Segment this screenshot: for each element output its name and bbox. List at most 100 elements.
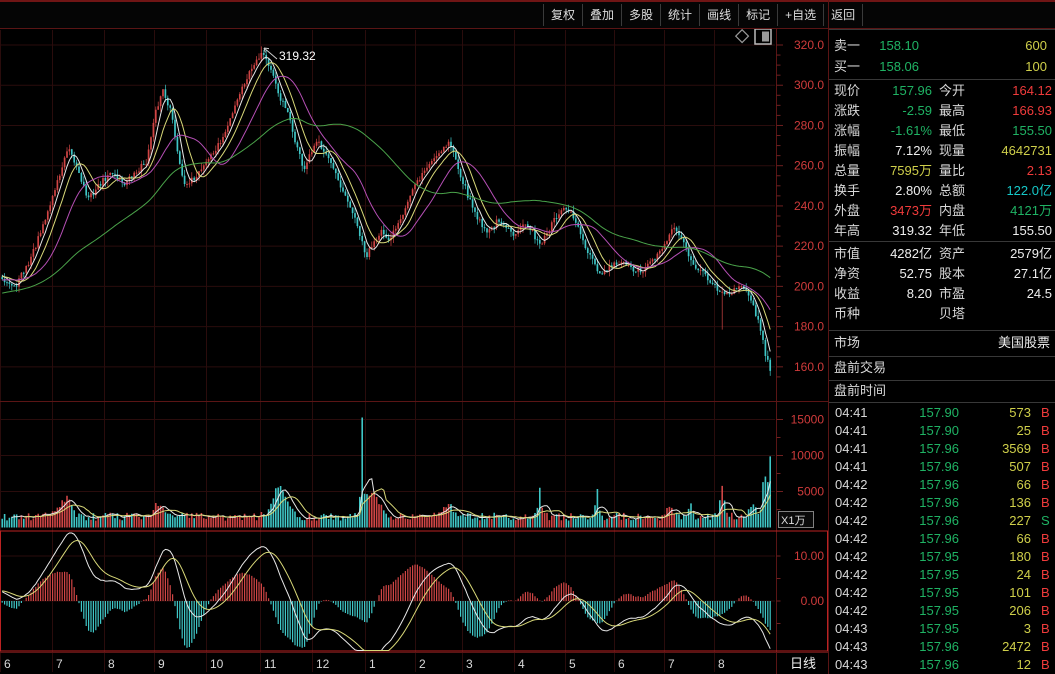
month-axis-label: 11 <box>264 657 277 671</box>
diamond-icon[interactable] <box>736 30 749 43</box>
stat-label: 现价 <box>834 81 860 101</box>
toolbar-buttons: 复权叠加多股统计画线标记+自选返回 <box>543 4 863 26</box>
tick-time: 04:42 <box>835 494 868 512</box>
month-axis-label: 7 <box>668 657 675 671</box>
period-selector-label[interactable]: 日线 <box>790 656 816 671</box>
tick-flag: B <box>1041 620 1050 638</box>
stat-value: -2.59 <box>869 101 932 121</box>
price-axis-label: 200.0 <box>794 279 824 293</box>
tick-qty: 24 <box>961 566 1031 584</box>
toolbar-button-1[interactable]: 复权 <box>543 4 582 26</box>
tick-flag: B <box>1041 638 1050 656</box>
stat-row: 振幅7.12%现量4642731 <box>829 141 1055 161</box>
order-book-qty: 100 <box>967 57 1047 77</box>
stat-value: 166.93 <box>957 101 1052 121</box>
tick-price: 157.95 <box>889 602 959 620</box>
tick-time: 04:41 <box>835 404 868 422</box>
price-axis-label: 240.0 <box>794 199 824 213</box>
price-axis-label: 220.0 <box>794 239 824 253</box>
toolbar-button-8[interactable]: 返回 <box>823 4 863 26</box>
stat-label: 贝塔 <box>939 304 965 324</box>
premarket-time-row[interactable]: 盘前时间 <box>829 381 1055 401</box>
peak-annotation: 319.32 <box>264 48 316 63</box>
tick-flag: B <box>1041 440 1050 458</box>
stat-label: 振幅 <box>834 141 860 161</box>
toolbar-button-3[interactable]: 多股 <box>621 4 660 26</box>
month-axis-label: 10 <box>210 657 224 671</box>
tick-price: 157.96 <box>889 458 959 476</box>
toolbar-button-7[interactable]: +自选 <box>777 4 823 26</box>
tick-flag: S <box>1041 512 1050 530</box>
stat-value: 2.80% <box>869 181 932 201</box>
price-axis-label: 280.0 <box>794 118 824 132</box>
stat-row: 收益8.20市盈24.5 <box>829 284 1055 304</box>
premarket-trade-row[interactable]: 盘前交易 <box>829 358 1055 378</box>
toolbar-button-4[interactable]: 统计 <box>660 4 699 26</box>
tick-row: 04:41157.963569B <box>829 440 1055 458</box>
tick-qty: 227 <box>961 512 1031 530</box>
toolbar-button-5[interactable]: 画线 <box>699 4 738 26</box>
tick-row: 04:42157.96136B <box>829 494 1055 512</box>
tick-time: 04:43 <box>835 620 868 638</box>
price-axis-label: 180.0 <box>794 320 824 334</box>
month-axis-label: 6 <box>618 657 625 671</box>
month-axis-label: 5 <box>569 657 576 671</box>
stock-trading-app: 320.0300.0280.0260.0240.0220.0200.0180.0… <box>0 0 1055 674</box>
price-axis-label: 320.0 <box>794 38 824 52</box>
tick-price: 157.96 <box>889 530 959 548</box>
month-axis-label: 3 <box>466 657 473 671</box>
tick-time: 04:42 <box>835 566 868 584</box>
premarket-time-label: 盘前时间 <box>834 381 886 401</box>
tick-qty: 2472 <box>961 638 1031 656</box>
tick-time: 04:41 <box>835 458 868 476</box>
order-book-label: 买一 <box>834 57 860 77</box>
month-axis-label: 8 <box>718 657 725 671</box>
stat-row: 外盘3473万内盘4121万 <box>829 201 1055 221</box>
stat-row: 净资52.75股本27.1亿 <box>829 264 1055 284</box>
price-chart-canvas[interactable]: 320.0300.0280.0260.0240.0220.0200.0180.0… <box>0 0 828 674</box>
tick-flag: B <box>1041 494 1050 512</box>
stat-value: 8.20 <box>869 284 932 304</box>
month-axis-label: 7 <box>56 657 63 671</box>
stat-label: 市值 <box>834 244 860 264</box>
market-value: 美国股票 <box>998 333 1050 353</box>
stat-value: 157.96 <box>869 81 932 101</box>
tick-price: 157.95 <box>889 548 959 566</box>
tick-qty: 25 <box>961 422 1031 440</box>
tick-qty: 101 <box>961 584 1031 602</box>
tick-price: 157.96 <box>889 476 959 494</box>
top-toolbar: 复权叠加多股统计画线标记+自选返回 <box>0 0 1055 29</box>
tick-flag: B <box>1041 584 1050 602</box>
stat-row: 年高319.32年低155.50 <box>829 221 1055 241</box>
macd-axis-label: 0.00 <box>801 594 825 608</box>
premarket-trade-label: 盘前交易 <box>834 358 886 378</box>
vol-unit-box: X1万 <box>779 512 814 528</box>
panel-layout-icon[interactable] <box>755 29 771 44</box>
tick-flag: B <box>1041 404 1050 422</box>
tick-price: 157.96 <box>889 656 959 674</box>
toolbar-button-2[interactable]: 叠加 <box>582 4 621 26</box>
tick-row: 04:42157.9666B <box>829 476 1055 494</box>
volume-axis-label: 5000 <box>797 485 824 499</box>
stat-row: 市值4282亿资产2579亿 <box>829 244 1055 264</box>
stat-value: 24.5 <box>957 284 1052 304</box>
tick-time: 04:41 <box>835 422 868 440</box>
month-axis-label: 4 <box>518 657 525 671</box>
stat-value: 52.75 <box>869 264 932 284</box>
price-axis-label: 300.0 <box>794 78 824 92</box>
stat-value: 155.50 <box>957 121 1052 141</box>
stat-value: 4282亿 <box>869 244 932 264</box>
quote-panel: LBABA 阿里巴巴 卖一158.10600买一158.06100 现价157.… <box>829 0 1055 674</box>
stat-value: 4121万 <box>957 201 1052 221</box>
tick-flag: B <box>1041 566 1050 584</box>
tick-time: 04:42 <box>835 602 868 620</box>
tick-flag: B <box>1041 602 1050 620</box>
stat-label: 总量 <box>834 161 860 181</box>
month-axis-label: 12 <box>316 657 330 671</box>
stat-row: 现价157.96今开164.12 <box>829 81 1055 101</box>
tick-row: 04:41157.9025B <box>829 422 1055 440</box>
month-axis-label: 1 <box>369 657 376 671</box>
stat-label: 收益 <box>834 284 860 304</box>
stat-value: 27.1亿 <box>957 264 1052 284</box>
toolbar-button-6[interactable]: 标记 <box>738 4 777 26</box>
